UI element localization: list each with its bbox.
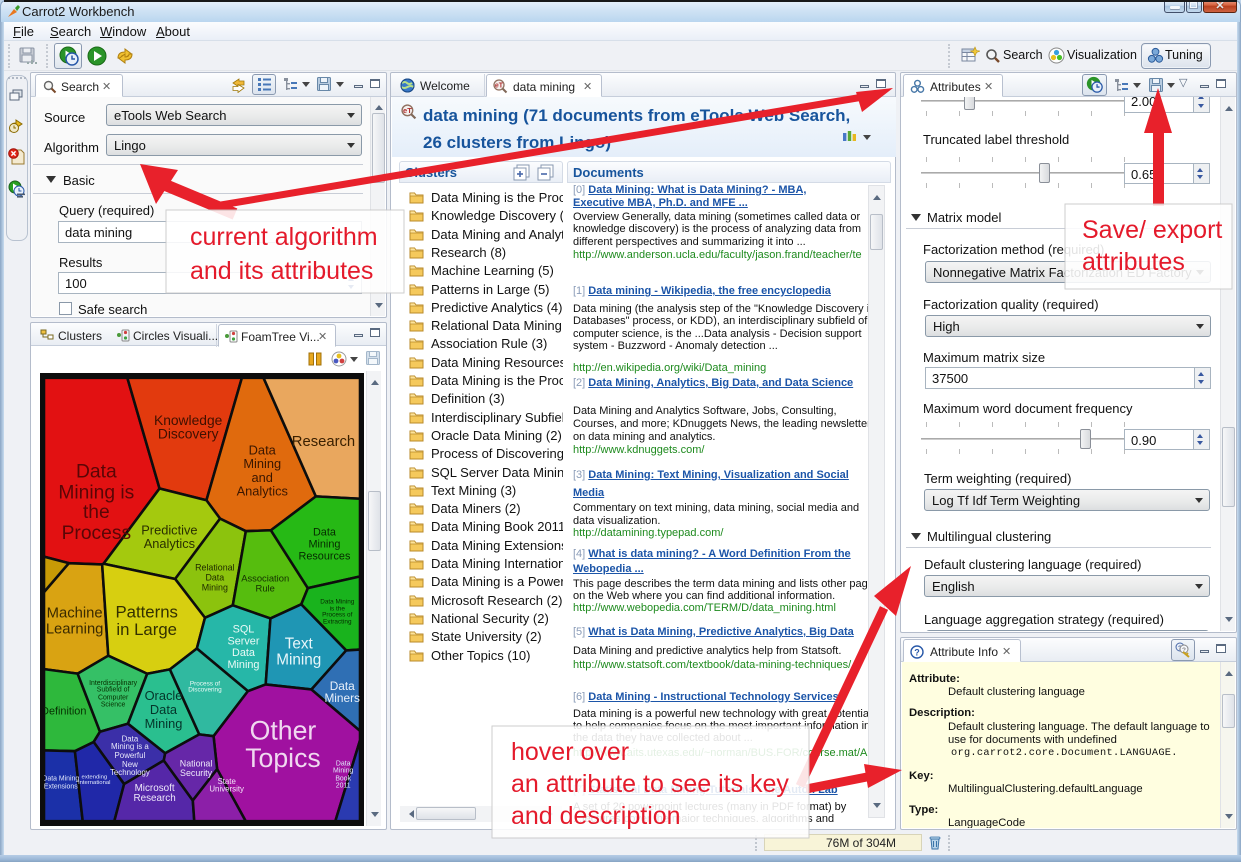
svg-text:hover over: hover over: [511, 738, 629, 766]
svg-text:Save/ export: Save/ export: [1082, 216, 1222, 244]
svg-text:current algorithm: current algorithm: [190, 223, 378, 251]
svg-text:and description: and description: [511, 802, 681, 830]
svg-text:an attribute to see its key: an attribute to see its key: [511, 770, 789, 798]
svg-text:and its attributes: and its attributes: [190, 257, 373, 285]
svg-text:attributes: attributes: [1082, 248, 1185, 276]
